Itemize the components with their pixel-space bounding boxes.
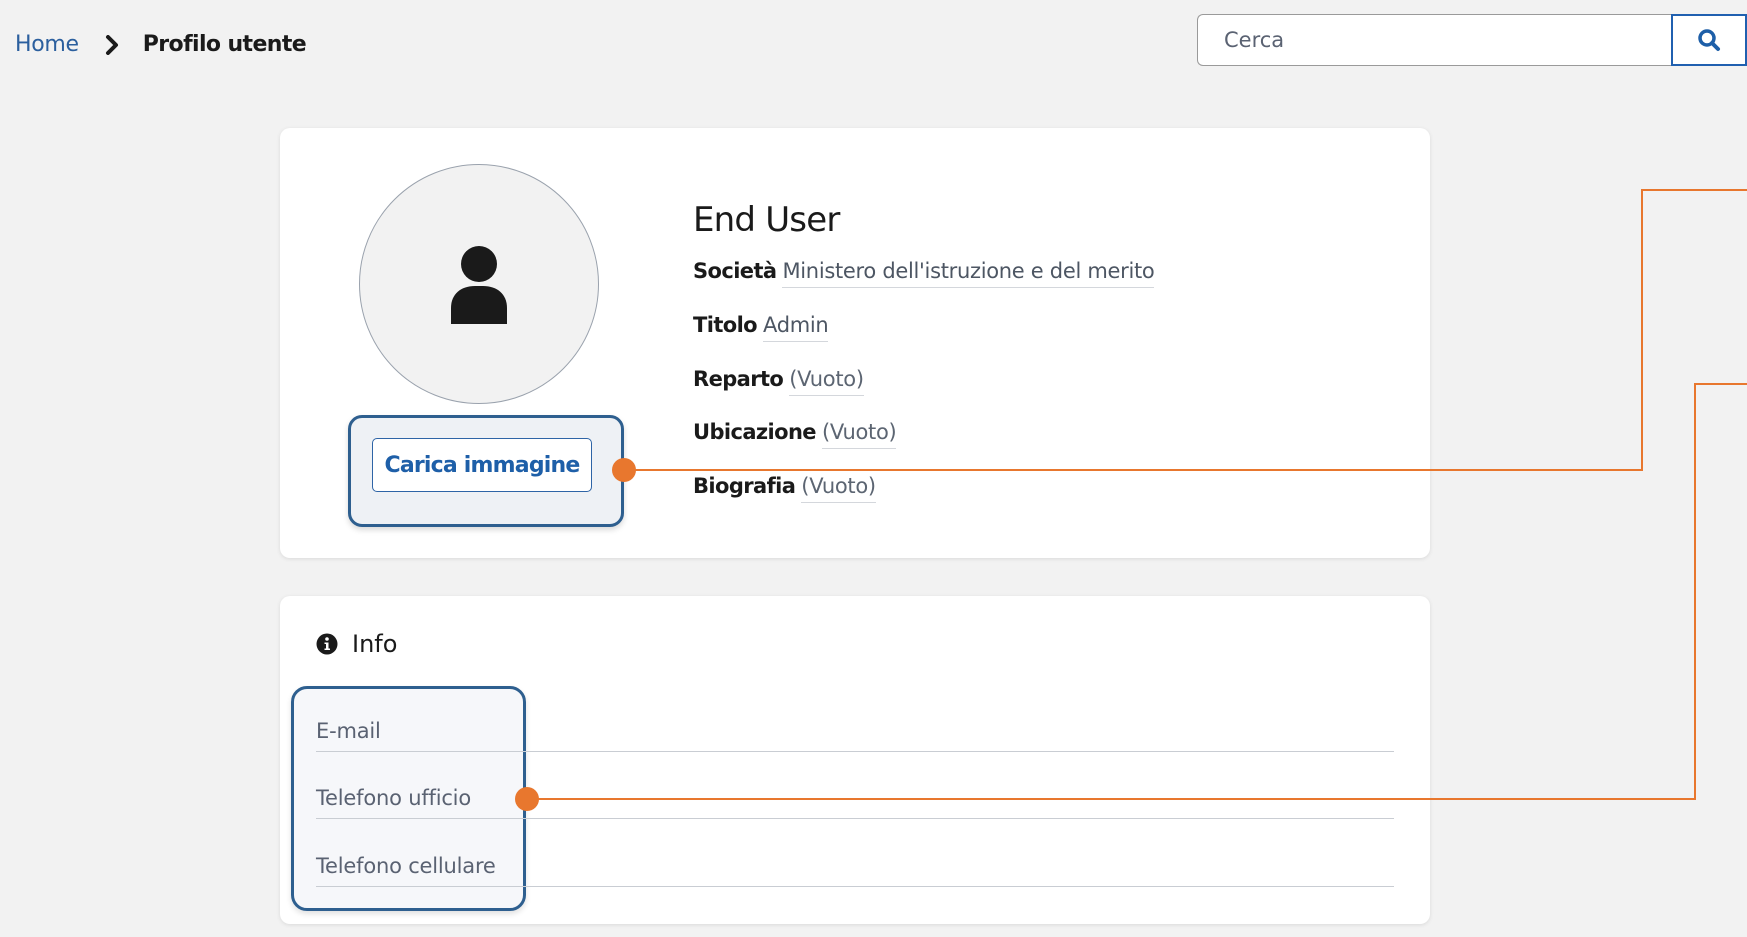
user-icon bbox=[445, 244, 513, 324]
search-bar bbox=[1197, 14, 1747, 66]
email-label: E-mail bbox=[316, 719, 381, 743]
callout-line bbox=[1694, 383, 1696, 800]
field-label: Titolo bbox=[693, 313, 758, 337]
info-heading: Info bbox=[316, 630, 397, 658]
profile-card: Carica immagine End User Società Ministe… bbox=[280, 128, 1430, 558]
breadcrumb: Home Profilo utente bbox=[15, 32, 307, 57]
callout-line bbox=[1694, 383, 1747, 385]
office-phone-label: Telefono ufficio bbox=[316, 786, 471, 810]
field-value[interactable]: Ministero dell'istruzione e del merito bbox=[782, 259, 1155, 288]
search-button[interactable] bbox=[1671, 14, 1747, 66]
field-value[interactable]: (Vuoto) bbox=[821, 420, 897, 449]
callout-dot bbox=[612, 458, 636, 482]
info-card: Info E-mail Telefono ufficio Telefono ce… bbox=[280, 596, 1430, 924]
office-phone-field[interactable]: Telefono ufficio bbox=[316, 761, 1394, 819]
search-icon bbox=[1697, 28, 1721, 52]
field-label: Società bbox=[693, 259, 777, 283]
email-field[interactable]: E-mail bbox=[316, 694, 1394, 752]
page: Home Profilo utente Carica immagine End … bbox=[0, 0, 1747, 937]
info-icon bbox=[316, 633, 352, 655]
field-value[interactable]: (Vuoto) bbox=[801, 474, 876, 503]
breadcrumb-home-link[interactable]: Home bbox=[15, 32, 79, 57]
info-title: Info bbox=[352, 630, 398, 658]
callout-line bbox=[526, 798, 1696, 800]
avatar bbox=[359, 164, 599, 404]
mobile-phone-label: Telefono cellulare bbox=[316, 854, 496, 878]
breadcrumb-current: Profilo utente bbox=[142, 32, 307, 57]
callout-dot bbox=[515, 787, 539, 811]
callout-line bbox=[1641, 189, 1747, 191]
field-label: Ubicazione bbox=[693, 420, 817, 444]
upload-highlight: Carica immagine bbox=[348, 415, 624, 527]
field-biografia: Biografia (Vuoto) bbox=[693, 474, 876, 503]
field-ubicazione: Ubicazione (Vuoto) bbox=[693, 420, 897, 449]
upload-image-button[interactable]: Carica immagine bbox=[372, 438, 592, 492]
field-titolo: Titolo Admin bbox=[693, 313, 829, 342]
chevron-right-icon bbox=[105, 34, 119, 55]
search-input[interactable] bbox=[1197, 14, 1671, 66]
field-value[interactable]: Admin bbox=[763, 313, 829, 342]
callout-line bbox=[1641, 189, 1643, 471]
user-name: End User bbox=[693, 200, 840, 240]
field-label: Reparto bbox=[693, 367, 784, 391]
field-societa: Società Ministero dell'istruzione e del … bbox=[693, 259, 1155, 288]
callout-line bbox=[624, 469, 1642, 471]
field-value[interactable]: (Vuoto) bbox=[789, 367, 864, 396]
mobile-phone-field[interactable]: Telefono cellulare bbox=[316, 829, 1394, 887]
field-label: Biografia bbox=[693, 474, 796, 498]
field-reparto: Reparto (Vuoto) bbox=[693, 367, 864, 396]
